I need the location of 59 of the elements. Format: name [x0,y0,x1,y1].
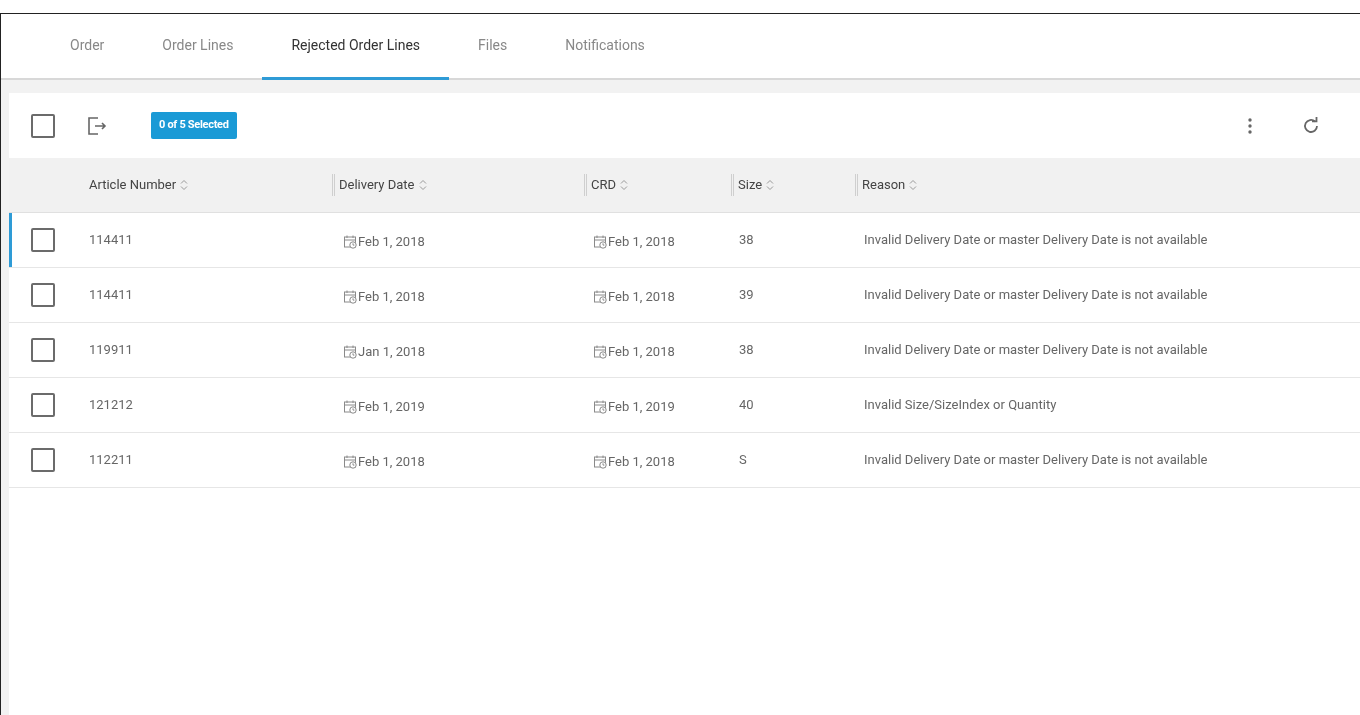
table-cell-text: Invalid Delivery Date or master Delivery Date is not available [864,286,1208,305]
calendar-clock-icon [594,399,608,414]
table-cell-text: 114411 [89,286,133,305]
table-cell-text: Feb 1, 2018 [358,287,425,306]
tab[interactable]: Notifications [536,14,674,80]
calendar-clock-icon [594,454,608,469]
table-cell-text: Feb 1, 2018 [608,452,675,471]
table-cell-text: Jan 1, 2018 [358,342,425,361]
column-header[interactable]: Delivery Date [339,175,415,195]
calendar-clock-icon [594,234,608,249]
calendar-clock-icon [594,289,608,304]
table-cell-text: S [739,451,747,470]
checkbox[interactable] [31,283,55,307]
calendar-clock-icon [344,234,358,249]
selection-count-badge: 0 of 5 Selected [151,112,237,139]
calendar-clock-icon [344,399,358,414]
checkbox[interactable] [31,113,55,138]
table-cell-text: Feb 1, 2018 [358,232,425,251]
checkbox[interactable] [31,393,55,417]
calendar-clock-icon [344,454,358,469]
table-cell-text: Feb 1, 2019 [358,397,425,416]
calendar-clock-icon [344,289,358,304]
table-row[interactable]: 119911 Jan 1, 2018 Feb 1, 2018 38 Invalid Delivery Date or master Delivery Date is not available [9,323,1360,378]
tab[interactable]: Files [449,14,537,80]
table-cell-text: 39 [739,286,754,305]
tab[interactable]: Order Lines [133,14,263,80]
calendar-clock-icon [344,344,358,359]
table-cell-text: Feb 1, 2018 [608,232,675,251]
table-cell-text: Feb 1, 2018 [608,342,675,361]
table-cell-text: Invalid Delivery Date or master Delivery Date is not available [864,451,1208,470]
more-options-icon[interactable] [1248,116,1252,135]
column-header[interactable]: Article Number [89,175,177,195]
table-cell-text: Invalid Delivery Date or master Delivery Date is not available [864,341,1208,360]
checkbox[interactable] [31,228,55,252]
column-header[interactable]: Reason [862,175,906,195]
tab[interactable]: Order [41,14,134,80]
table-cell-text: Feb 1, 2019 [608,397,675,416]
table-cell-text: Feb 1, 2018 [358,452,425,471]
checkbox[interactable] [31,338,55,362]
export-icon[interactable] [87,116,107,135]
table-cell-text: Invalid Delivery Date or master Delivery Date is not available [864,231,1208,250]
checkbox[interactable] [31,448,55,472]
table-cell-text: 114411 [89,231,133,250]
table-cell-text: 38 [739,231,754,250]
table-cell-text: 40 [739,396,754,415]
table-cell-text: Invalid Size/SizeIndex or Quantity [864,396,1057,415]
table-row[interactable]: 121212 Feb 1, 2019 Feb 1, 2019 40 Invalid Size/SizeIndex or Quantity [9,378,1360,433]
table-row[interactable]: 114411 Feb 1, 2018 Feb 1, 2018 38 Invalid Delivery Date or master Delivery Date is not available [9,213,1360,268]
table-cell-text: 38 [739,341,754,360]
column-header[interactable]: CRD [591,175,616,195]
table-cell-text: 119911 [89,341,133,360]
table-cell-text: 112211 [89,451,133,470]
table-row[interactable]: 114411 Feb 1, 2018 Feb 1, 2018 39 Invalid Delivery Date or master Delivery Date is not available [9,268,1360,323]
table-cell-text: Feb 1, 2018 [608,287,675,306]
refresh-icon[interactable] [1302,116,1320,135]
calendar-clock-icon [594,344,608,359]
table-cell-text: 121212 [89,396,133,415]
column-header[interactable]: Size [738,175,763,195]
table-row[interactable]: 112211 Feb 1, 2018 Feb 1, 2018 S Invalid Delivery Date or master Delivery Date is not available [9,433,1360,488]
